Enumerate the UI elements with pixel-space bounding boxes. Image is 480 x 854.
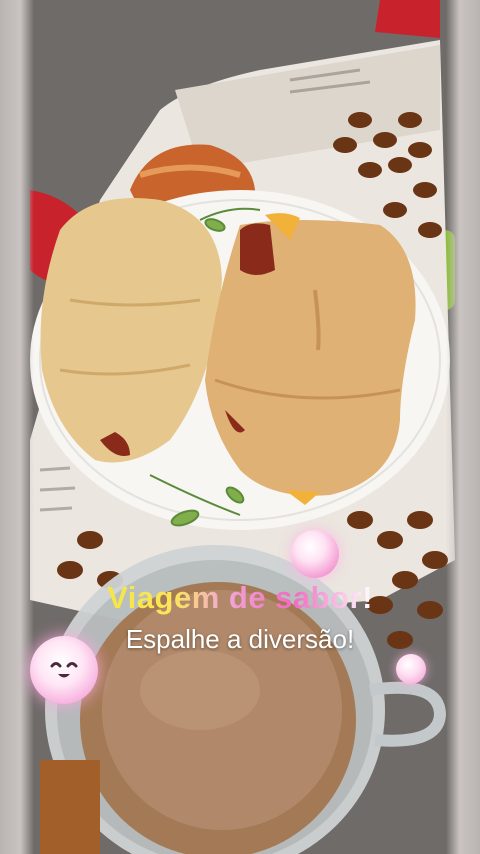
right-blur-edge — [446, 0, 480, 854]
smiling-face-icon — [50, 662, 78, 678]
glow-bubble-icon — [396, 654, 426, 684]
left-blur-edge — [0, 0, 34, 854]
caption-headline-text: Viagem de sabor! — [107, 580, 373, 615]
smiling-bubble-icon — [30, 636, 98, 704]
glow-bubble-icon — [291, 530, 339, 578]
breakfast-photo — [0, 0, 480, 854]
caption-headline: Viagem de sabor! — [0, 580, 480, 616]
